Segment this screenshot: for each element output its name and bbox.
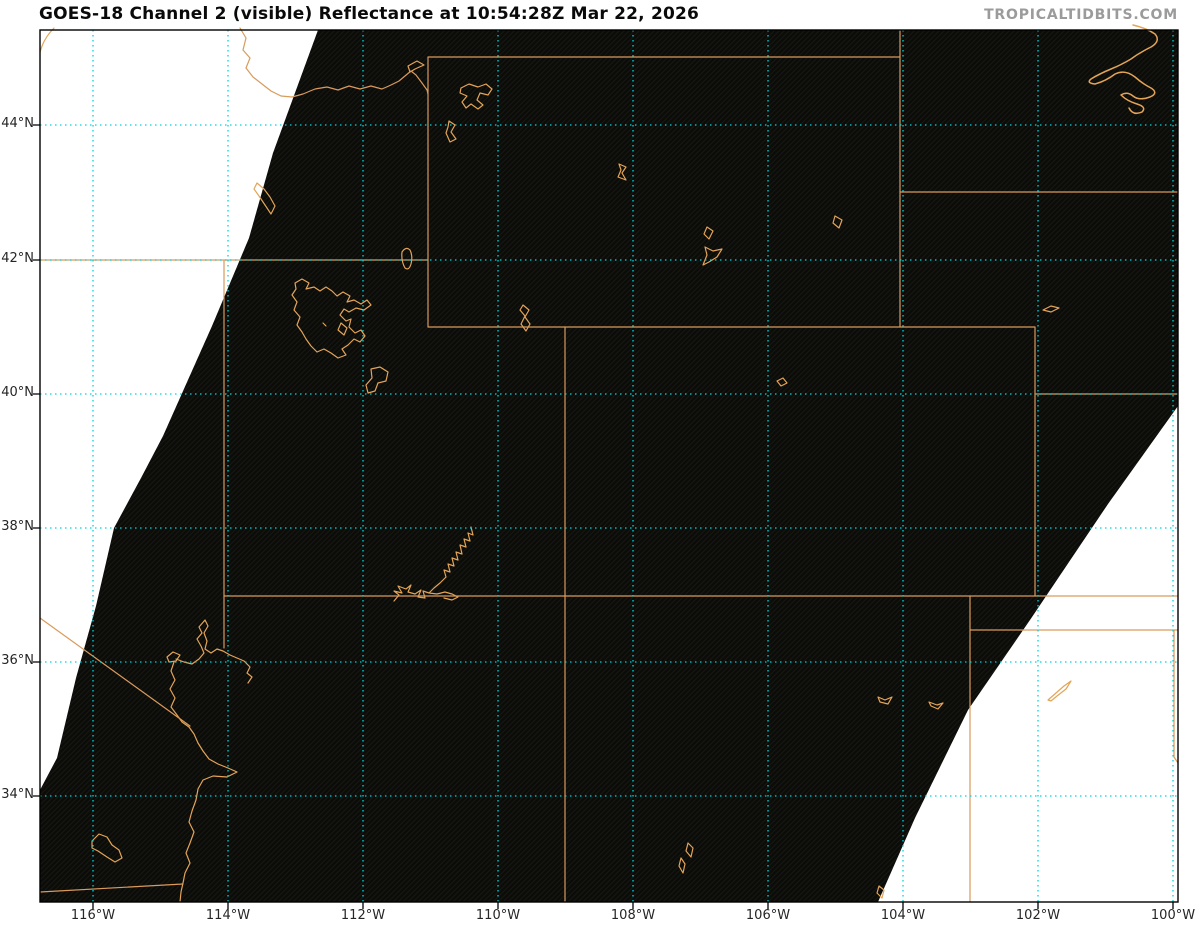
lon-tick-label-114w: 114°W xyxy=(205,908,251,923)
lon-tick-label-108w: 108°W xyxy=(610,908,656,923)
lon-tick-label-100w: 100°W xyxy=(1150,908,1196,923)
lat-tick-label-42n: 42°N xyxy=(1,251,34,266)
lat-tick-label-36n: 36°N xyxy=(1,653,34,668)
lon-tick-label-116w: 116°W xyxy=(70,908,116,923)
map-canvas xyxy=(33,24,1179,909)
lat-tick-label-38n: 38°N xyxy=(1,519,34,534)
lon-tick-label-102w: 102°W xyxy=(1015,908,1061,923)
latitude-tick-marks xyxy=(33,124,40,797)
lat-tick-label-40n: 40°N xyxy=(1,385,34,400)
lon-tick-label-106w: 106°W xyxy=(745,908,791,923)
lat-tick-label-34n: 34°N xyxy=(1,787,34,802)
lat-tick-label-44n: 44°N xyxy=(1,116,34,131)
satellite-map-page: GOES-18 Channel 2 (visible) Reflectance … xyxy=(0,0,1200,929)
lon-tick-label-104w: 104°W xyxy=(880,908,926,923)
lon-tick-label-110w: 110°W xyxy=(475,908,521,923)
lon-tick-label-112w: 112°W xyxy=(340,908,386,923)
